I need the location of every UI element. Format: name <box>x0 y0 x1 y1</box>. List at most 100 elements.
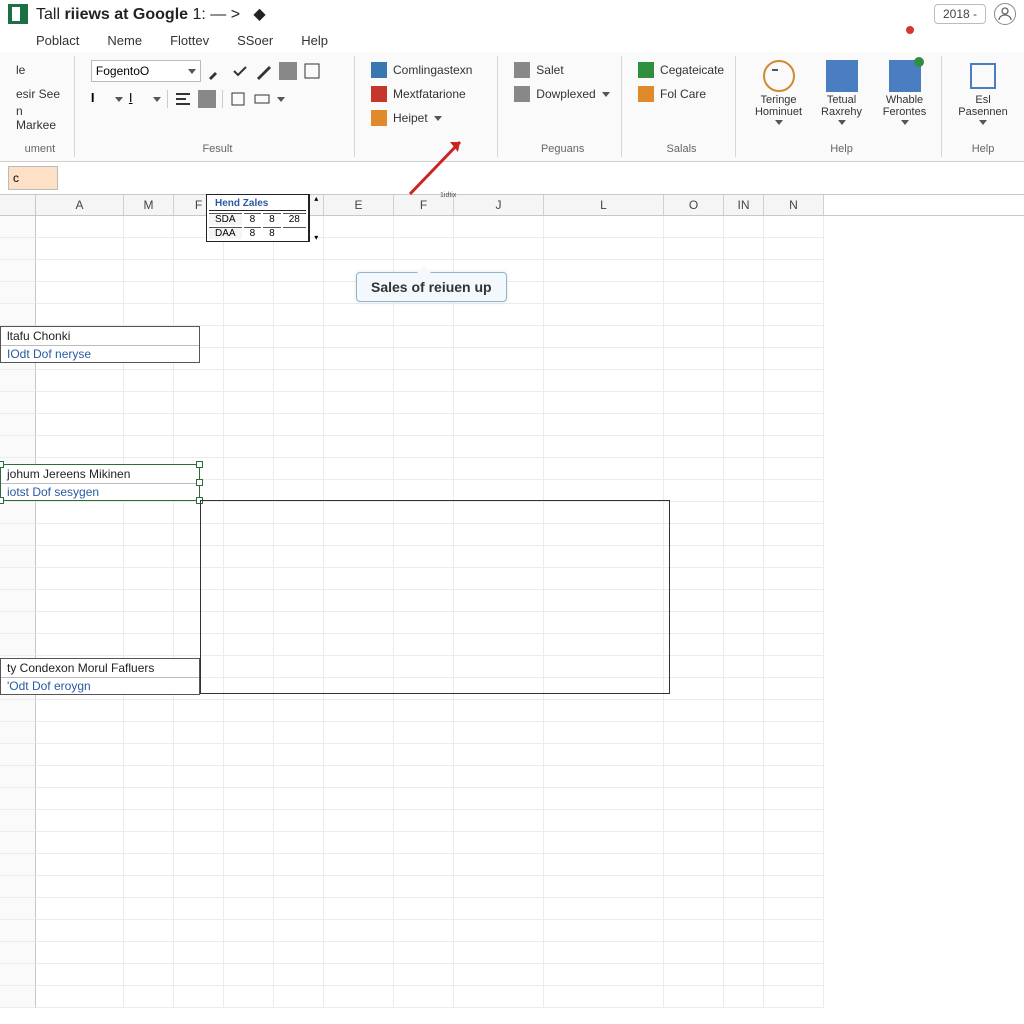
cell[interactable] <box>724 964 764 986</box>
column-header[interactable]: A <box>36 195 124 215</box>
cell[interactable] <box>544 832 664 854</box>
cell[interactable] <box>724 546 764 568</box>
cell[interactable] <box>324 348 394 370</box>
cell[interactable] <box>454 304 544 326</box>
cell[interactable] <box>124 568 174 590</box>
cell[interactable] <box>274 964 324 986</box>
cell[interactable] <box>724 458 764 480</box>
cell[interactable] <box>124 546 174 568</box>
row-header[interactable] <box>0 282 36 304</box>
cell[interactable] <box>544 282 664 304</box>
cell[interactable] <box>394 876 454 898</box>
cell[interactable] <box>124 964 174 986</box>
cell[interactable] <box>394 810 454 832</box>
cell[interactable] <box>224 788 274 810</box>
cell[interactable] <box>764 458 824 480</box>
cell[interactable] <box>394 832 454 854</box>
cell[interactable] <box>36 876 124 898</box>
cell[interactable] <box>724 436 764 458</box>
cell[interactable] <box>724 700 764 722</box>
cell[interactable] <box>174 414 224 436</box>
row-header[interactable] <box>0 502 36 524</box>
cell[interactable] <box>544 370 664 392</box>
card[interactable]: ty Condexon Morul Fafluers 'Odt Dof eroy… <box>0 658 200 695</box>
cell[interactable] <box>394 216 454 238</box>
cell[interactable] <box>36 546 124 568</box>
cell[interactable] <box>454 216 544 238</box>
brush-icon[interactable] <box>207 62 225 80</box>
cell[interactable] <box>174 392 224 414</box>
cell[interactable] <box>36 986 124 1008</box>
cell[interactable] <box>394 370 454 392</box>
row-header[interactable] <box>0 700 36 722</box>
cell[interactable] <box>664 700 724 722</box>
cell[interactable] <box>724 722 764 744</box>
cell[interactable] <box>174 810 224 832</box>
cell[interactable] <box>454 898 544 920</box>
merge-icon[interactable] <box>253 90 271 108</box>
cell[interactable] <box>664 964 724 986</box>
row-header[interactable] <box>0 920 36 942</box>
cell[interactable] <box>324 876 394 898</box>
cell[interactable] <box>124 876 174 898</box>
cell[interactable] <box>224 700 274 722</box>
cell[interactable] <box>224 480 274 502</box>
cell[interactable] <box>174 282 224 304</box>
cell[interactable] <box>724 920 764 942</box>
cell[interactable] <box>544 260 664 282</box>
cell[interactable] <box>724 810 764 832</box>
cell[interactable] <box>394 898 454 920</box>
cell[interactable] <box>274 832 324 854</box>
column-header[interactable]: N <box>764 195 824 215</box>
cell[interactable] <box>664 590 724 612</box>
card[interactable]: ltafu Chonki IOdt Dof neryse <box>0 326 200 363</box>
cell[interactable] <box>324 216 394 238</box>
cell[interactable] <box>764 700 824 722</box>
cell[interactable] <box>544 480 664 502</box>
ribbon-btn[interactable]: Dowplexed <box>514 84 609 104</box>
cell[interactable] <box>764 370 824 392</box>
cell[interactable] <box>664 546 724 568</box>
cell[interactable] <box>664 436 724 458</box>
cell[interactable] <box>36 942 124 964</box>
cell[interactable] <box>544 722 664 744</box>
cell[interactable] <box>36 568 124 590</box>
select-all-corner[interactable] <box>0 195 36 215</box>
cell[interactable] <box>454 392 544 414</box>
cell[interactable] <box>36 722 124 744</box>
cell[interactable] <box>36 634 124 656</box>
cell[interactable] <box>174 436 224 458</box>
cell[interactable] <box>454 810 544 832</box>
ribbon-btn[interactable]: esir See <box>16 84 64 104</box>
cell[interactable] <box>274 480 324 502</box>
cell[interactable] <box>764 414 824 436</box>
cell[interactable] <box>324 810 394 832</box>
cell[interactable] <box>664 832 724 854</box>
cell[interactable] <box>664 854 724 876</box>
cell[interactable] <box>544 238 664 260</box>
cell[interactable] <box>544 436 664 458</box>
cell[interactable] <box>324 854 394 876</box>
cell[interactable] <box>764 634 824 656</box>
ribbon-big-btn[interactable]: Teringe Hominuet <box>752 60 805 125</box>
row-header[interactable] <box>0 766 36 788</box>
cell[interactable] <box>224 326 274 348</box>
cell[interactable] <box>454 436 544 458</box>
cell[interactable] <box>764 854 824 876</box>
cell[interactable] <box>36 436 124 458</box>
cell[interactable] <box>544 392 664 414</box>
row-header[interactable] <box>0 898 36 920</box>
cell[interactable] <box>36 700 124 722</box>
user-avatar-icon[interactable] <box>994 3 1016 25</box>
cell[interactable] <box>324 898 394 920</box>
cell[interactable] <box>174 876 224 898</box>
menu-item[interactable]: Help <box>301 33 328 48</box>
cell[interactable] <box>544 766 664 788</box>
cell[interactable] <box>724 788 764 810</box>
cell[interactable] <box>544 326 664 348</box>
cell[interactable] <box>124 524 174 546</box>
cell[interactable] <box>124 304 174 326</box>
cell[interactable] <box>454 722 544 744</box>
cell[interactable] <box>224 920 274 942</box>
cell[interactable] <box>36 612 124 634</box>
